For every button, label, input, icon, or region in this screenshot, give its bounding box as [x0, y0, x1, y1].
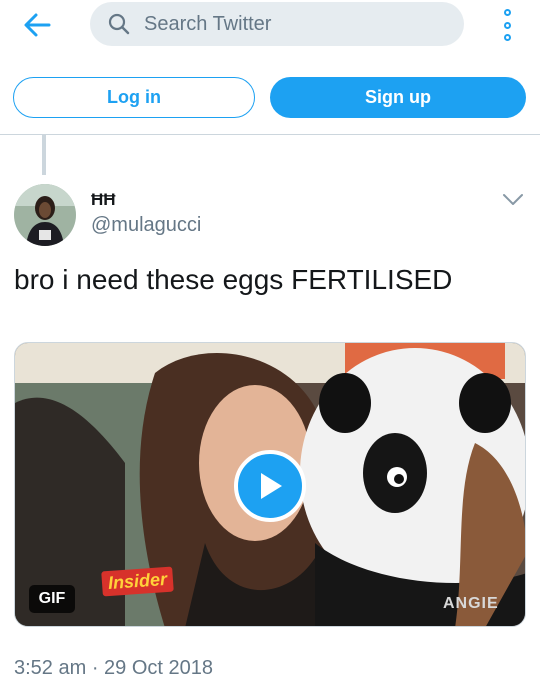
signup-button[interactable]: Sign up — [270, 77, 526, 118]
login-button[interactable]: Log in — [13, 77, 255, 118]
play-button[interactable] — [234, 450, 306, 522]
vertical-dots-icon — [503, 9, 511, 16]
play-icon — [261, 473, 282, 499]
back-button[interactable] — [20, 10, 54, 40]
tweet-timestamp[interactable]: 3:52 am · 29 Oct 2018 — [14, 657, 213, 680]
search-input[interactable] — [142, 11, 446, 37]
gif-badge: GIF — [29, 585, 75, 613]
arrow-left-icon — [24, 13, 51, 37]
more-options-button[interactable] — [496, 9, 518, 41]
search-icon — [108, 13, 130, 35]
display-name[interactable]: ĦĦ — [91, 190, 116, 210]
thread-connector-line — [42, 135, 46, 175]
watermark: ANGIE — [443, 595, 499, 612]
tweet-menu-button[interactable] — [500, 188, 526, 210]
avatar-photo — [14, 184, 76, 246]
gif-media[interactable]: Insider ANGIE GIF — [14, 342, 526, 627]
divider — [0, 134, 540, 135]
tweet-text: bro i need these eggs FERTILISED — [14, 264, 453, 295]
avatar[interactable] — [14, 184, 76, 246]
insider-logo: Insider — [101, 566, 174, 597]
top-bar — [0, 0, 540, 52]
chevron-down-icon — [503, 194, 523, 205]
search-bar[interactable] — [90, 2, 464, 46]
user-handle[interactable]: @mulagucci — [91, 214, 201, 237]
